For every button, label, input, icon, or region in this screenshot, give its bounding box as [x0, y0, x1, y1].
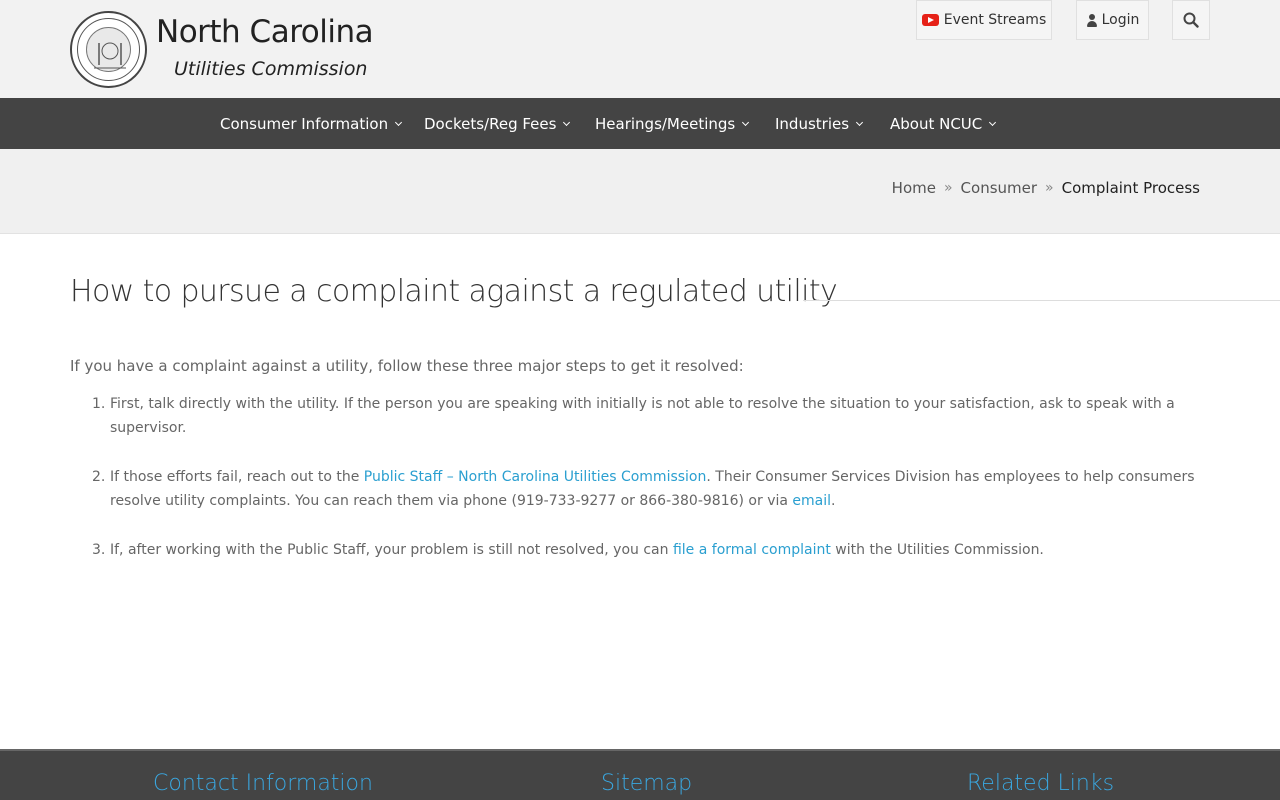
brand-title[interactable]: North Carolina [156, 14, 374, 50]
steps-list: 1. First, talk directly with the utility… [92, 392, 1222, 587]
footer-sitemap-heading: Sitemap [601, 771, 693, 796]
nav-label: About NCUC [890, 114, 983, 133]
breadcrumb-band: Home » Consumer » Complaint Process [0, 149, 1280, 234]
step-number: 3. [92, 542, 106, 558]
nav-about-ncuc[interactable]: About NCUC [890, 98, 997, 149]
chevron-down-icon [989, 118, 997, 126]
nav-hearings-meetings[interactable]: Hearings/Meetings [595, 98, 750, 149]
nav-label: Consumer Information [220, 114, 389, 133]
public-staff-link[interactable]: Public Staff – North Carolina Utilities … [364, 469, 707, 485]
step-text: First, talk directly with the utility. I… [110, 396, 1175, 436]
step-text-after: . [831, 493, 836, 509]
step-number: 1. [92, 396, 106, 412]
site-header: North Carolina Utilities Commission Even… [0, 0, 1280, 98]
list-item: 3. If, after working with the Public Sta… [92, 538, 1222, 562]
breadcrumb-separator: » [943, 180, 953, 196]
email-link[interactable]: email [792, 493, 831, 509]
step-text-before: If those efforts fail, reach out to the [110, 469, 364, 485]
chevron-down-icon [742, 118, 750, 126]
login-label: Login [1101, 12, 1140, 28]
formal-complaint-link[interactable]: file a formal complaint [673, 542, 831, 558]
nav-label: Hearings/Meetings [595, 114, 736, 133]
page-title: How to pursue a complaint against a regu… [70, 274, 838, 309]
nav-industries[interactable]: Industries [775, 98, 864, 149]
step-text: If those efforts fail, reach out to the … [110, 465, 1222, 513]
search-icon [1183, 12, 1199, 28]
event-streams-button[interactable]: Event Streams [916, 0, 1052, 40]
breadcrumb-home[interactable]: Home [892, 179, 936, 197]
state-seal-logo[interactable] [70, 11, 147, 88]
step-text: If, after working with the Public Staff,… [110, 538, 1222, 562]
intro-text: If you have a complaint against a utilit… [70, 357, 744, 375]
youtube-icon [921, 14, 939, 26]
nav-consumer-information[interactable]: Consumer Information [220, 98, 403, 149]
list-item: 1. First, talk directly with the utility… [92, 392, 1222, 440]
event-streams-label: Event Streams [943, 12, 1047, 28]
brand-subtitle[interactable]: Utilities Commission [174, 58, 367, 80]
step-text-before: If, after working with the Public Staff,… [110, 542, 673, 558]
nav-dockets-reg-fees[interactable]: Dockets/Reg Fees [424, 98, 571, 149]
nav-label: Dockets/Reg Fees [424, 114, 557, 133]
step-number: 2. [92, 469, 106, 485]
site-footer: Contact Information Sitemap Related Link… [0, 749, 1280, 800]
breadcrumb: Home » Consumer » Complaint Process [892, 179, 1200, 197]
step-text-after: with the Utilities Commission. [830, 542, 1044, 558]
breadcrumb-separator: » [1045, 180, 1054, 196]
footer-contact-heading: Contact Information [153, 771, 373, 796]
main-nav: Consumer Information Dockets/Reg Fees He… [0, 98, 1280, 149]
chevron-down-icon [563, 118, 571, 126]
footer-related-heading: Related Links [967, 771, 1115, 796]
user-icon [1086, 13, 1098, 27]
breadcrumb-current: Complaint Process [1061, 179, 1200, 197]
breadcrumb-consumer[interactable]: Consumer [961, 179, 1038, 197]
login-button[interactable]: Login [1076, 0, 1149, 40]
chevron-down-icon [395, 118, 403, 126]
nav-label: Industries [775, 114, 850, 133]
chevron-down-icon [856, 118, 864, 126]
list-item: 2. If those efforts fail, reach out to t… [92, 465, 1222, 513]
title-divider [803, 300, 1280, 301]
search-button[interactable] [1172, 0, 1210, 40]
